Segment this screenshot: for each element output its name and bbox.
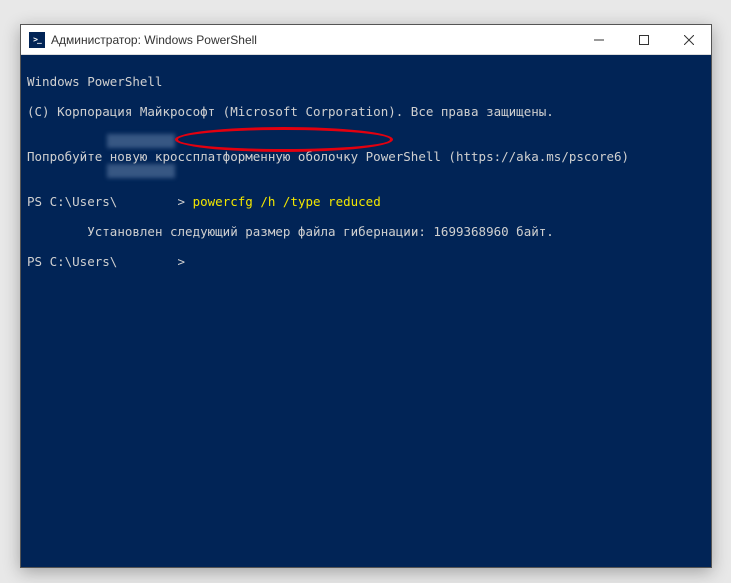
prompt-prefix: PS C:\Users\: [27, 194, 117, 209]
titlebar[interactable]: Администратор: Windows PowerShell: [21, 25, 711, 55]
prompt-prefix: PS C:\Users\: [27, 254, 117, 269]
window-title: Администратор: Windows PowerShell: [51, 33, 257, 47]
terminal-line: Windows PowerShell: [27, 74, 705, 89]
terminal-prompt-line: PS C:\Users\ > powercfg /h /type reduced: [27, 194, 705, 209]
terminal-area[interactable]: Windows PowerShell (C) Корпорация Майкро…: [21, 55, 711, 408]
terminal-prompt-line: PS C:\Users\ >: [27, 254, 705, 269]
blur-overlay: [107, 164, 175, 178]
maximize-button[interactable]: [621, 25, 666, 55]
minimize-button[interactable]: [576, 25, 621, 55]
close-button[interactable]: [666, 25, 711, 55]
result-text: Установлен следующий размер файла гиберн…: [87, 224, 554, 239]
powershell-window: Администратор: Windows PowerShell Window…: [20, 24, 712, 568]
window-controls: [576, 25, 711, 55]
user-hidden: [117, 194, 177, 209]
prompt-gt: >: [178, 254, 186, 269]
user-hidden: [117, 254, 177, 269]
powershell-icon: [29, 32, 45, 48]
terminal-line: (C) Корпорация Майкрософт (Microsoft Cor…: [27, 104, 705, 119]
terminal-result-line: Установлен следующий размер файла гиберн…: [27, 224, 705, 239]
blur-overlay: [107, 134, 175, 148]
command-text: powercfg /h /type reduced: [193, 194, 381, 209]
prompt-gt: >: [178, 194, 193, 209]
titlebar-left: Администратор: Windows PowerShell: [21, 32, 576, 48]
terminal-line: Попробуйте новую кроссплатформенную обол…: [27, 149, 705, 164]
